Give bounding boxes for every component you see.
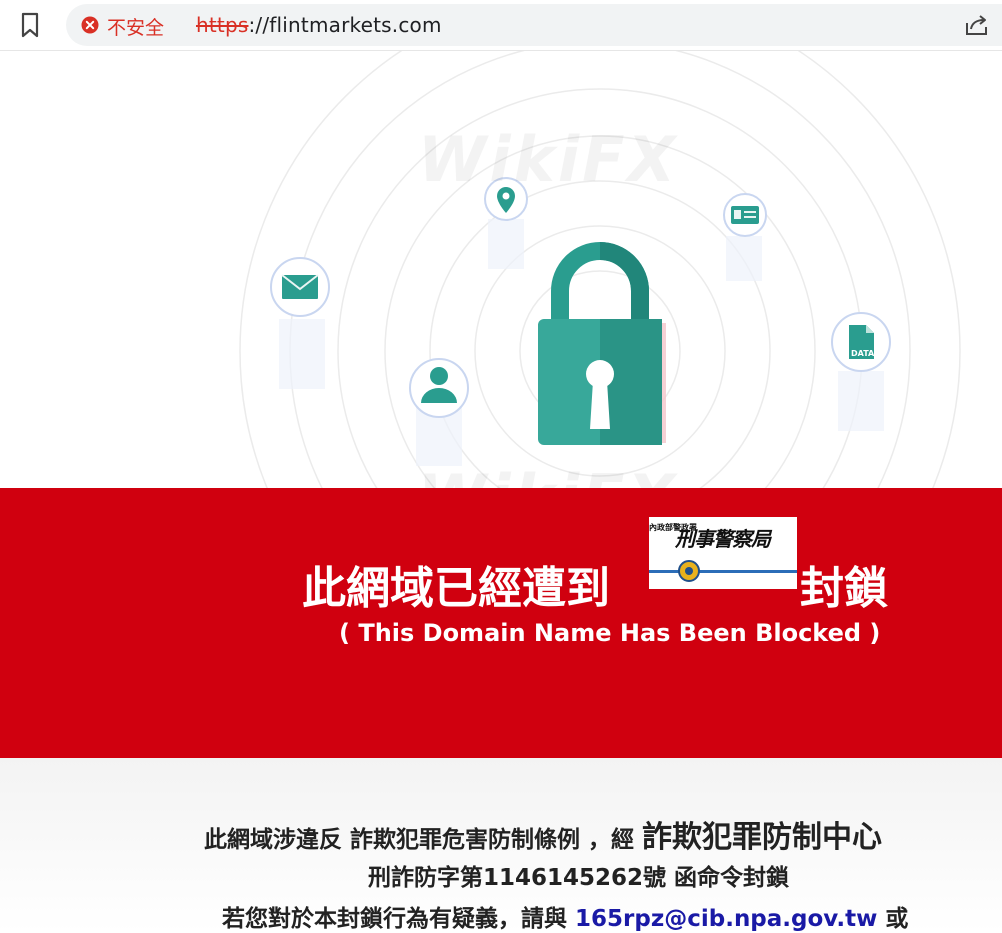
browser-address-bar: 不安全 https://flintmarkets.com	[0, 0, 1002, 51]
id-card-icon	[723, 193, 767, 237]
contact-email-link[interactable]: 165rpz@cib.npa.gov.tw	[575, 906, 877, 932]
watermark: WikiFX	[418, 123, 679, 196]
notice-line-2: 刑詐防字第1146145262號 函命令封鎖	[368, 865, 790, 891]
url-field[interactable]: 不安全 https://flintmarkets.com	[66, 4, 1002, 46]
lock-icon	[538, 242, 666, 445]
insecure-icon[interactable]	[81, 16, 99, 34]
banner-title-suffix: 封鎖	[800, 563, 888, 614]
notice-line-3: 若您對於本封鎖行為有疑義，請與 165rpz@cib.npa.gov.tw 或	[222, 899, 908, 933]
cib-logo-text: 刑事警察局	[675, 527, 771, 551]
cib-emblem-icon	[649, 560, 797, 582]
data-file-icon: DATA	[831, 312, 891, 372]
banner-subtitle: ( This Domain Name Has Been Blocked )	[339, 619, 881, 647]
url-text[interactable]: https://flintmarkets.com	[196, 13, 442, 37]
mail-icon	[270, 257, 330, 317]
banner-title-prefix: 此網域已經遭到	[302, 563, 610, 614]
bookmark-icon[interactable]	[18, 12, 42, 38]
blocked-banner: 此網域已經遭到 內政部警政署 刑事警察局 封鎖 ( This Domain Na…	[0, 488, 1002, 758]
notice-line-3-end: 或	[877, 906, 909, 932]
cib-logo: 內政部警政署 刑事警察局	[649, 517, 797, 589]
share-icon[interactable]	[964, 13, 990, 37]
hero-illustration: DATA	[239, 51, 961, 491]
block-notice: 此網域涉違反 詐欺犯罪危害防制條例 ，經 詐欺犯罪防制中心 刑詐防字第11461…	[0, 758, 1002, 933]
user-icon	[409, 358, 469, 418]
notice-line-1-text: 此網域涉違反 詐欺犯罪危害防制條例 ，經	[204, 827, 643, 853]
blocked-page: DATA WikiFX WikiFX 此網域已經遭到 內政部警政署 刑事警察局	[0, 51, 1002, 933]
svg-text:DATA: DATA	[851, 349, 875, 358]
url-host: ://flintmarkets.com	[248, 13, 442, 37]
notice-line-1: 此網域涉違反 詐欺犯罪危害防制條例 ，經 詐欺犯罪防制中心	[204, 812, 882, 856]
agency-name: 詐欺犯罪防制中心	[642, 820, 883, 855]
cib-logo-small-text: 內政部警政署	[649, 523, 697, 532]
notice-line-3-text: 若您對於本封鎖行為有疑義，請與	[222, 906, 576, 932]
url-scheme: https	[196, 13, 249, 37]
security-status-label[interactable]: 不安全	[107, 13, 164, 40]
